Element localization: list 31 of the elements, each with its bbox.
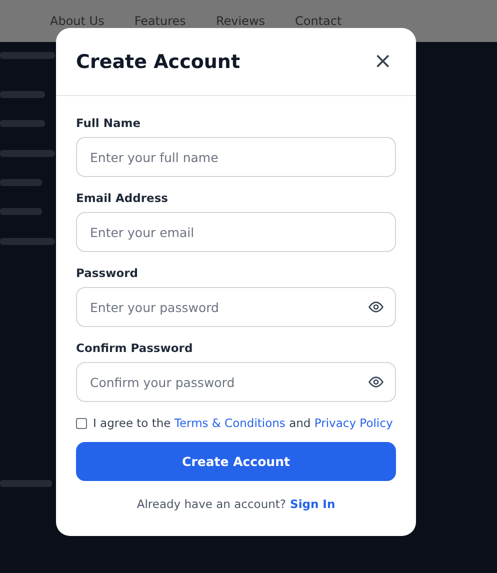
blurred-text-line — [0, 52, 55, 59]
field-label: Password — [76, 266, 139, 280]
input-field[interactable]: Confirm your password — [76, 362, 396, 402]
sign-in-link[interactable]: Sign In — [290, 497, 336, 511]
agree-text: I agree to the Terms & Conditions and Privacy Policy — [93, 416, 393, 430]
modal-title: Create Account — [76, 50, 240, 72]
input-field[interactable]: Enter your email — [76, 212, 396, 252]
field-label: Full Name — [76, 116, 142, 130]
field-label: Confirm Password — [76, 341, 194, 355]
agree-checkbox[interactable] — [76, 418, 87, 428]
nav-link[interactable]: Features — [134, 14, 186, 28]
nav-link[interactable]: About Us — [50, 14, 104, 28]
privacy-link[interactable]: Privacy Policy — [314, 416, 393, 430]
blurred-text-line — [0, 208, 42, 215]
blurred-text-line — [0, 238, 55, 245]
create-account-button[interactable]: Create Account — [76, 442, 396, 481]
nav-link[interactable]: Reviews — [216, 14, 266, 28]
close-button[interactable]: × — [370, 50, 396, 72]
terms-link[interactable]: Terms & Conditions — [174, 416, 286, 430]
blurred-text-line — [0, 150, 55, 157]
blurred-text-line — [0, 91, 45, 98]
field-label: Email Address — [76, 191, 170, 205]
footer-text: Already have an account? — [136, 497, 286, 511]
blurred-text-line — [0, 480, 52, 487]
blurred-text-line — [0, 120, 45, 127]
eye-icon[interactable] — [368, 299, 384, 315]
input-field[interactable]: Enter your full name — [76, 137, 396, 177]
blurred-text-line — [0, 179, 42, 186]
nav-link[interactable]: Contact — [295, 14, 342, 28]
input-field[interactable]: Enter your password — [76, 287, 396, 327]
eye-icon[interactable] — [368, 374, 384, 390]
